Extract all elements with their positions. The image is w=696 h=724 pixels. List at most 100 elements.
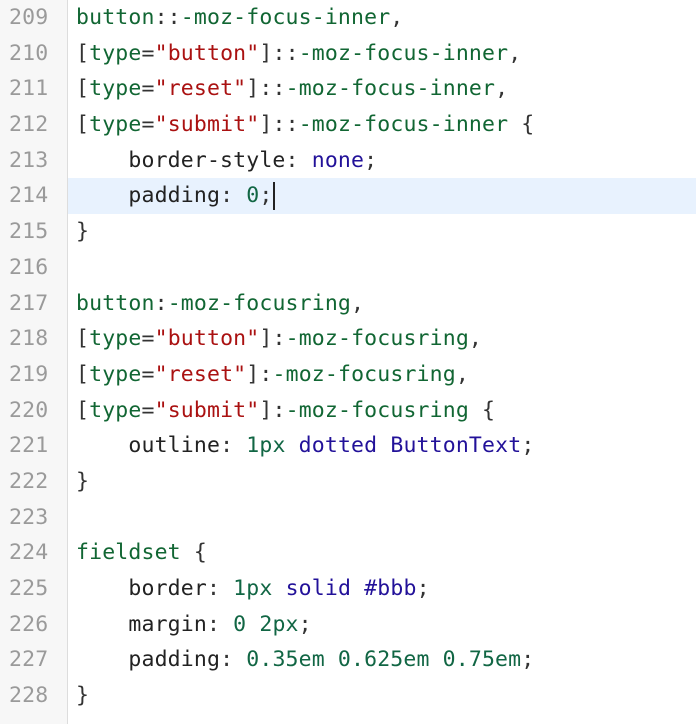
code-line[interactable]: 226 margin: 0 2px; <box>0 607 696 643</box>
code-line[interactable]: 216 <box>0 250 696 286</box>
code-token: } <box>76 683 90 709</box>
code-text[interactable]: } <box>68 214 696 250</box>
code-text[interactable]: border-style: none; <box>68 143 696 179</box>
code-text[interactable]: [type="reset"]::-moz-focus-inner, <box>68 71 696 107</box>
code-line[interactable]: 221 outline: 1px dotted ButtonText; <box>0 428 696 464</box>
code-token: solid <box>285 576 352 601</box>
code-token: : <box>206 611 234 637</box>
code-line[interactable]: 222} <box>0 464 696 500</box>
code-token: ] <box>246 76 260 102</box>
code-token: :: <box>259 76 286 102</box>
code-token: 1px <box>246 433 286 459</box>
code-token: = <box>141 40 155 66</box>
code-line[interactable]: 223 <box>0 500 696 536</box>
line-number: 220 <box>9 397 49 423</box>
code-token: -moz-focusring <box>285 397 469 423</box>
code-token: } <box>76 219 90 245</box>
code-line[interactable]: 213 border-style: none; <box>0 143 696 179</box>
code-token: 0.35em 0.625em 0.75em <box>246 647 522 673</box>
code-text[interactable]: [type="submit"]::-moz-focus-inner { <box>68 107 696 143</box>
code-token: border <box>128 576 207 601</box>
code-line[interactable]: 218 [type="button"]:-moz-focusring, <box>0 321 696 357</box>
code-token: : <box>272 326 286 352</box>
code-text[interactable]: outline: 1px dotted ButtonText; <box>68 428 696 464</box>
code-token: padding <box>128 183 221 209</box>
code-token: : <box>220 433 247 459</box>
code-token: [ <box>76 40 90 66</box>
code-token: none <box>311 147 365 173</box>
code-token: -moz-focus-inner <box>298 40 509 66</box>
code-token: , <box>468 326 483 352</box>
code-text[interactable]: } <box>68 464 696 500</box>
code-token: ] <box>259 397 273 423</box>
code-text[interactable]: [type="reset"]:-moz-focusring, <box>68 357 696 393</box>
code-token: [ <box>76 76 90 102</box>
code-text[interactable]: padding: 0; <box>68 178 696 215</box>
code-text[interactable]: button:-moz-focusring, <box>68 286 696 322</box>
code-line[interactable]: 220 [type="submit"]:-moz-focusring { <box>0 393 696 429</box>
code-token: 1px <box>233 576 273 601</box>
code-token: outline <box>128 433 221 459</box>
code-text[interactable]: [type="button"]::-moz-focus-inner, <box>68 36 696 72</box>
line-number: 226 <box>9 611 49 637</box>
code-text[interactable]: margin: 0 2px; <box>68 607 696 643</box>
code-line[interactable]: 215} <box>0 214 696 250</box>
code-token: : <box>259 361 273 387</box>
code-token: { <box>180 540 207 566</box>
code-token: -moz-focusring <box>167 290 352 316</box>
line-number: 213 <box>9 147 49 173</box>
code-token: #bbb <box>364 576 417 601</box>
code-token: { <box>508 112 535 138</box>
code-text[interactable] <box>68 500 696 536</box>
code-token: : <box>272 397 286 423</box>
code-lines: 209 button::-moz-focus-inner, 210 [type="bu… <box>0 0 696 714</box>
code-token: type <box>89 112 142 138</box>
code-token: } <box>76 468 90 494</box>
code-line[interactable]: 224 fieldset { <box>0 535 696 571</box>
code-token: = <box>141 397 155 423</box>
line-number: 211 <box>9 76 49 102</box>
code-text[interactable]: [type="button"]:-moz-focusring, <box>68 321 696 357</box>
code-token: , <box>495 76 509 102</box>
line-number: 224 <box>9 540 49 566</box>
code-token: ] <box>259 40 273 66</box>
code-token: ; <box>259 183 273 209</box>
code-token: = <box>141 361 155 387</box>
code-text[interactable]: padding: 0.35em 0.625em 0.75em; <box>68 642 696 678</box>
code-token: type <box>89 40 142 66</box>
code-token: dotted <box>298 433 378 459</box>
line-number: 218 <box>9 326 49 352</box>
code-line[interactable]: 212 [type="submit"]::-moz-focus-inner { <box>0 107 696 143</box>
code-line[interactable]: 214 padding: 0; <box>0 178 696 215</box>
code-line[interactable]: 225 border: 1px solid #bbb; <box>0 571 696 607</box>
code-text[interactable] <box>68 250 696 286</box>
code-text[interactable]: [type="submit"]:-moz-focusring { <box>68 393 696 429</box>
code-token: -moz-focusring <box>272 361 456 387</box>
code-text[interactable]: fieldset { <box>68 535 696 571</box>
code-token: type <box>89 326 142 352</box>
code-text[interactable]: border: 1px solid #bbb; <box>68 571 696 607</box>
code-line[interactable]: 219 [type="reset"]:-moz-focusring, <box>0 357 696 393</box>
code-token: "submit" <box>154 397 260 423</box>
line-number: 215 <box>9 219 49 245</box>
code-text[interactable]: button::-moz-focus-inner, <box>68 0 696 36</box>
code-token: -moz-focus-inner <box>285 76 496 102</box>
code-line[interactable]: 211 [type="reset"]::-moz-focus-inner, <box>0 71 696 107</box>
line-number: 209 <box>9 5 49 30</box>
code-line[interactable]: 227 padding: 0.35em 0.625em 0.75em; <box>0 642 696 678</box>
line-number: 216 <box>9 254 49 280</box>
code-text[interactable]: } <box>68 678 696 714</box>
line-number: 223 <box>9 504 49 530</box>
code-editor[interactable]: 209 button::-moz-focus-inner, 210 [type="bu… <box>0 0 696 724</box>
code-token: ButtonText <box>390 433 522 459</box>
code-token: , <box>351 290 365 316</box>
code-line[interactable]: 228} <box>0 678 696 714</box>
code-token: margin <box>128 611 207 637</box>
code-line[interactable]: 209 button::-moz-focus-inner, <box>0 0 696 36</box>
code-line[interactable]: 210 [type="button"]::-moz-focus-inner, <box>0 36 696 72</box>
code-line[interactable]: 217 button:-moz-focusring, <box>0 286 696 322</box>
